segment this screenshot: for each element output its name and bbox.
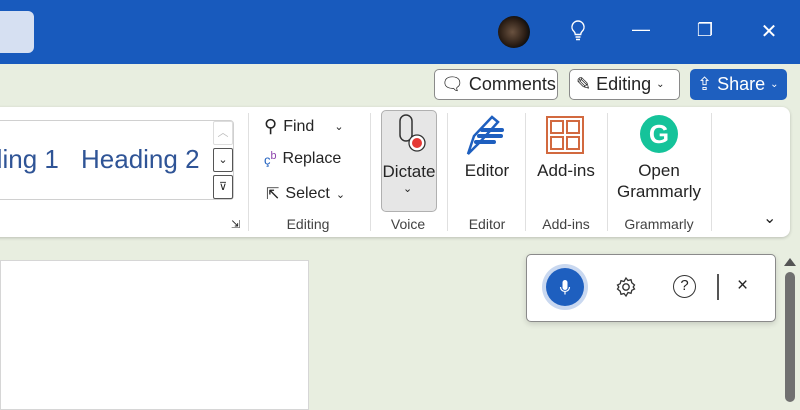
title-bar [0,0,800,64]
editing-mode-button[interactable]: ✎ Editing ⌄ [569,69,680,100]
replace-button[interactable]: çb Replace [264,150,341,168]
find-label: Find [283,117,315,135]
comments-button[interactable]: 🗨 Comments [434,69,558,100]
add-ins-icon [546,116,584,159]
search-box[interactable] [0,11,34,53]
share-icon: ⇪ [697,74,713,94]
grammarly-icon: G [640,115,678,153]
divider [717,274,719,300]
search-icon: ⚲ [264,116,278,136]
styles-more[interactable]: ⊽ [213,175,233,199]
divider [447,113,448,231]
select-button[interactable]: ⇱ Select ⌄ [266,184,345,204]
microphone-button[interactable] [546,268,584,306]
microphone-icon [559,280,571,295]
add-ins-button[interactable]: Add-ins [530,160,602,181]
scroll-up-arrow-icon[interactable] [784,258,796,266]
divider [370,113,371,231]
open-grammarly-button[interactable]: Open Grammarly [612,160,706,202]
minimize-button[interactable]: — [626,19,656,40]
select-label: Select [285,185,330,202]
styles-scroll-down[interactable]: ⌄ [213,148,233,172]
scrollbar-thumb[interactable] [785,272,795,402]
document-page[interactable] [0,260,309,410]
find-button[interactable]: ⚲ Find ⌄ [264,116,344,137]
close-dictation-button[interactable]: × [737,275,748,297]
editing-label: Editing [596,74,652,94]
chevron-down-icon: ⌄ [403,183,413,195]
chevron-down-icon: ⌄ [770,79,779,90]
group-label-editing: Editing [286,216,330,232]
style-heading-2[interactable]: Heading 2 [81,144,200,175]
replace-label: Replace [282,150,342,167]
collapse-ribbon-chevron-icon[interactable]: ⌄ [763,208,776,228]
avatar[interactable] [498,16,530,48]
divider [525,113,526,231]
editor-pen-icon [464,114,508,161]
comments-label: Comments [468,74,556,94]
lightbulb-icon[interactable] [563,20,593,47]
cursor-icon: ⇱ [266,186,280,203]
share-label: Share [717,74,766,94]
chevron-down-icon: ⌄ [656,79,665,90]
group-label-add-ins: Add-ins [542,216,590,232]
divider [248,113,249,231]
comment-icon: 🗨 [441,74,464,94]
chevron-down-icon: ⌄ [334,121,344,133]
group-label-voice: Voice [390,216,426,232]
divider [607,113,608,231]
group-label-editor: Editor [468,216,506,232]
open-grammarly-label-line2: Grammarly [616,182,702,201]
editor-button[interactable]: Editor [454,160,520,181]
divider [711,113,712,231]
style-heading-1[interactable]: ding 1 [0,144,59,175]
dictate-mic-icon [394,113,430,160]
group-label-grammarly: Grammarly [624,216,694,232]
vertical-scrollbar[interactable] [784,258,796,402]
pencil-icon: ✎ [576,74,592,94]
share-button[interactable]: ⇪ Share ⌄ [690,69,787,100]
help-icon[interactable]: ? [673,275,696,298]
open-grammarly-label-line1: Open [638,161,680,180]
styles-scroll-up[interactable]: ︿ [213,121,233,145]
chevron-down-icon: ⌄ [335,188,346,201]
styles-dialog-launcher-icon[interactable]: ⇲ [231,218,240,231]
replace-icon: çb [264,150,277,168]
settings-gear-icon[interactable] [615,276,637,303]
restore-button[interactable]: ❐ [690,20,720,41]
close-button[interactable]: ✕ [754,19,784,44]
dictate-label: Dictate [382,162,436,181]
